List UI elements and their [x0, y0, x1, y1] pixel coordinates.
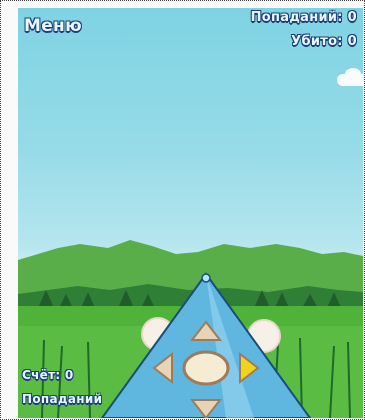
score-stat: Счёт: 0	[22, 368, 74, 382]
hits-label: Попаданий	[22, 392, 103, 406]
missed-label: Убито:	[291, 34, 343, 49]
caught-label: Попаданий:	[250, 10, 343, 25]
cannon-tip	[201, 273, 211, 283]
missed-value: 0	[347, 34, 357, 49]
score-value: 0	[64, 368, 74, 382]
game-screen[interactable]: Меню Попаданий: 0 Убито: 0 Счёт: 0 Попад…	[18, 8, 363, 418]
hits-stat: Попаданий	[22, 392, 102, 406]
dpad-center-button	[182, 350, 230, 386]
menu-button[interactable]: Меню	[24, 16, 82, 36]
missed-stat: Убито: 0	[291, 34, 357, 49]
cloud	[337, 68, 363, 86]
score-label: Счёт:	[22, 368, 61, 382]
caught-value: 0	[347, 10, 357, 25]
caught-stat: Попаданий: 0	[251, 10, 357, 25]
game-scene	[18, 240, 363, 418]
